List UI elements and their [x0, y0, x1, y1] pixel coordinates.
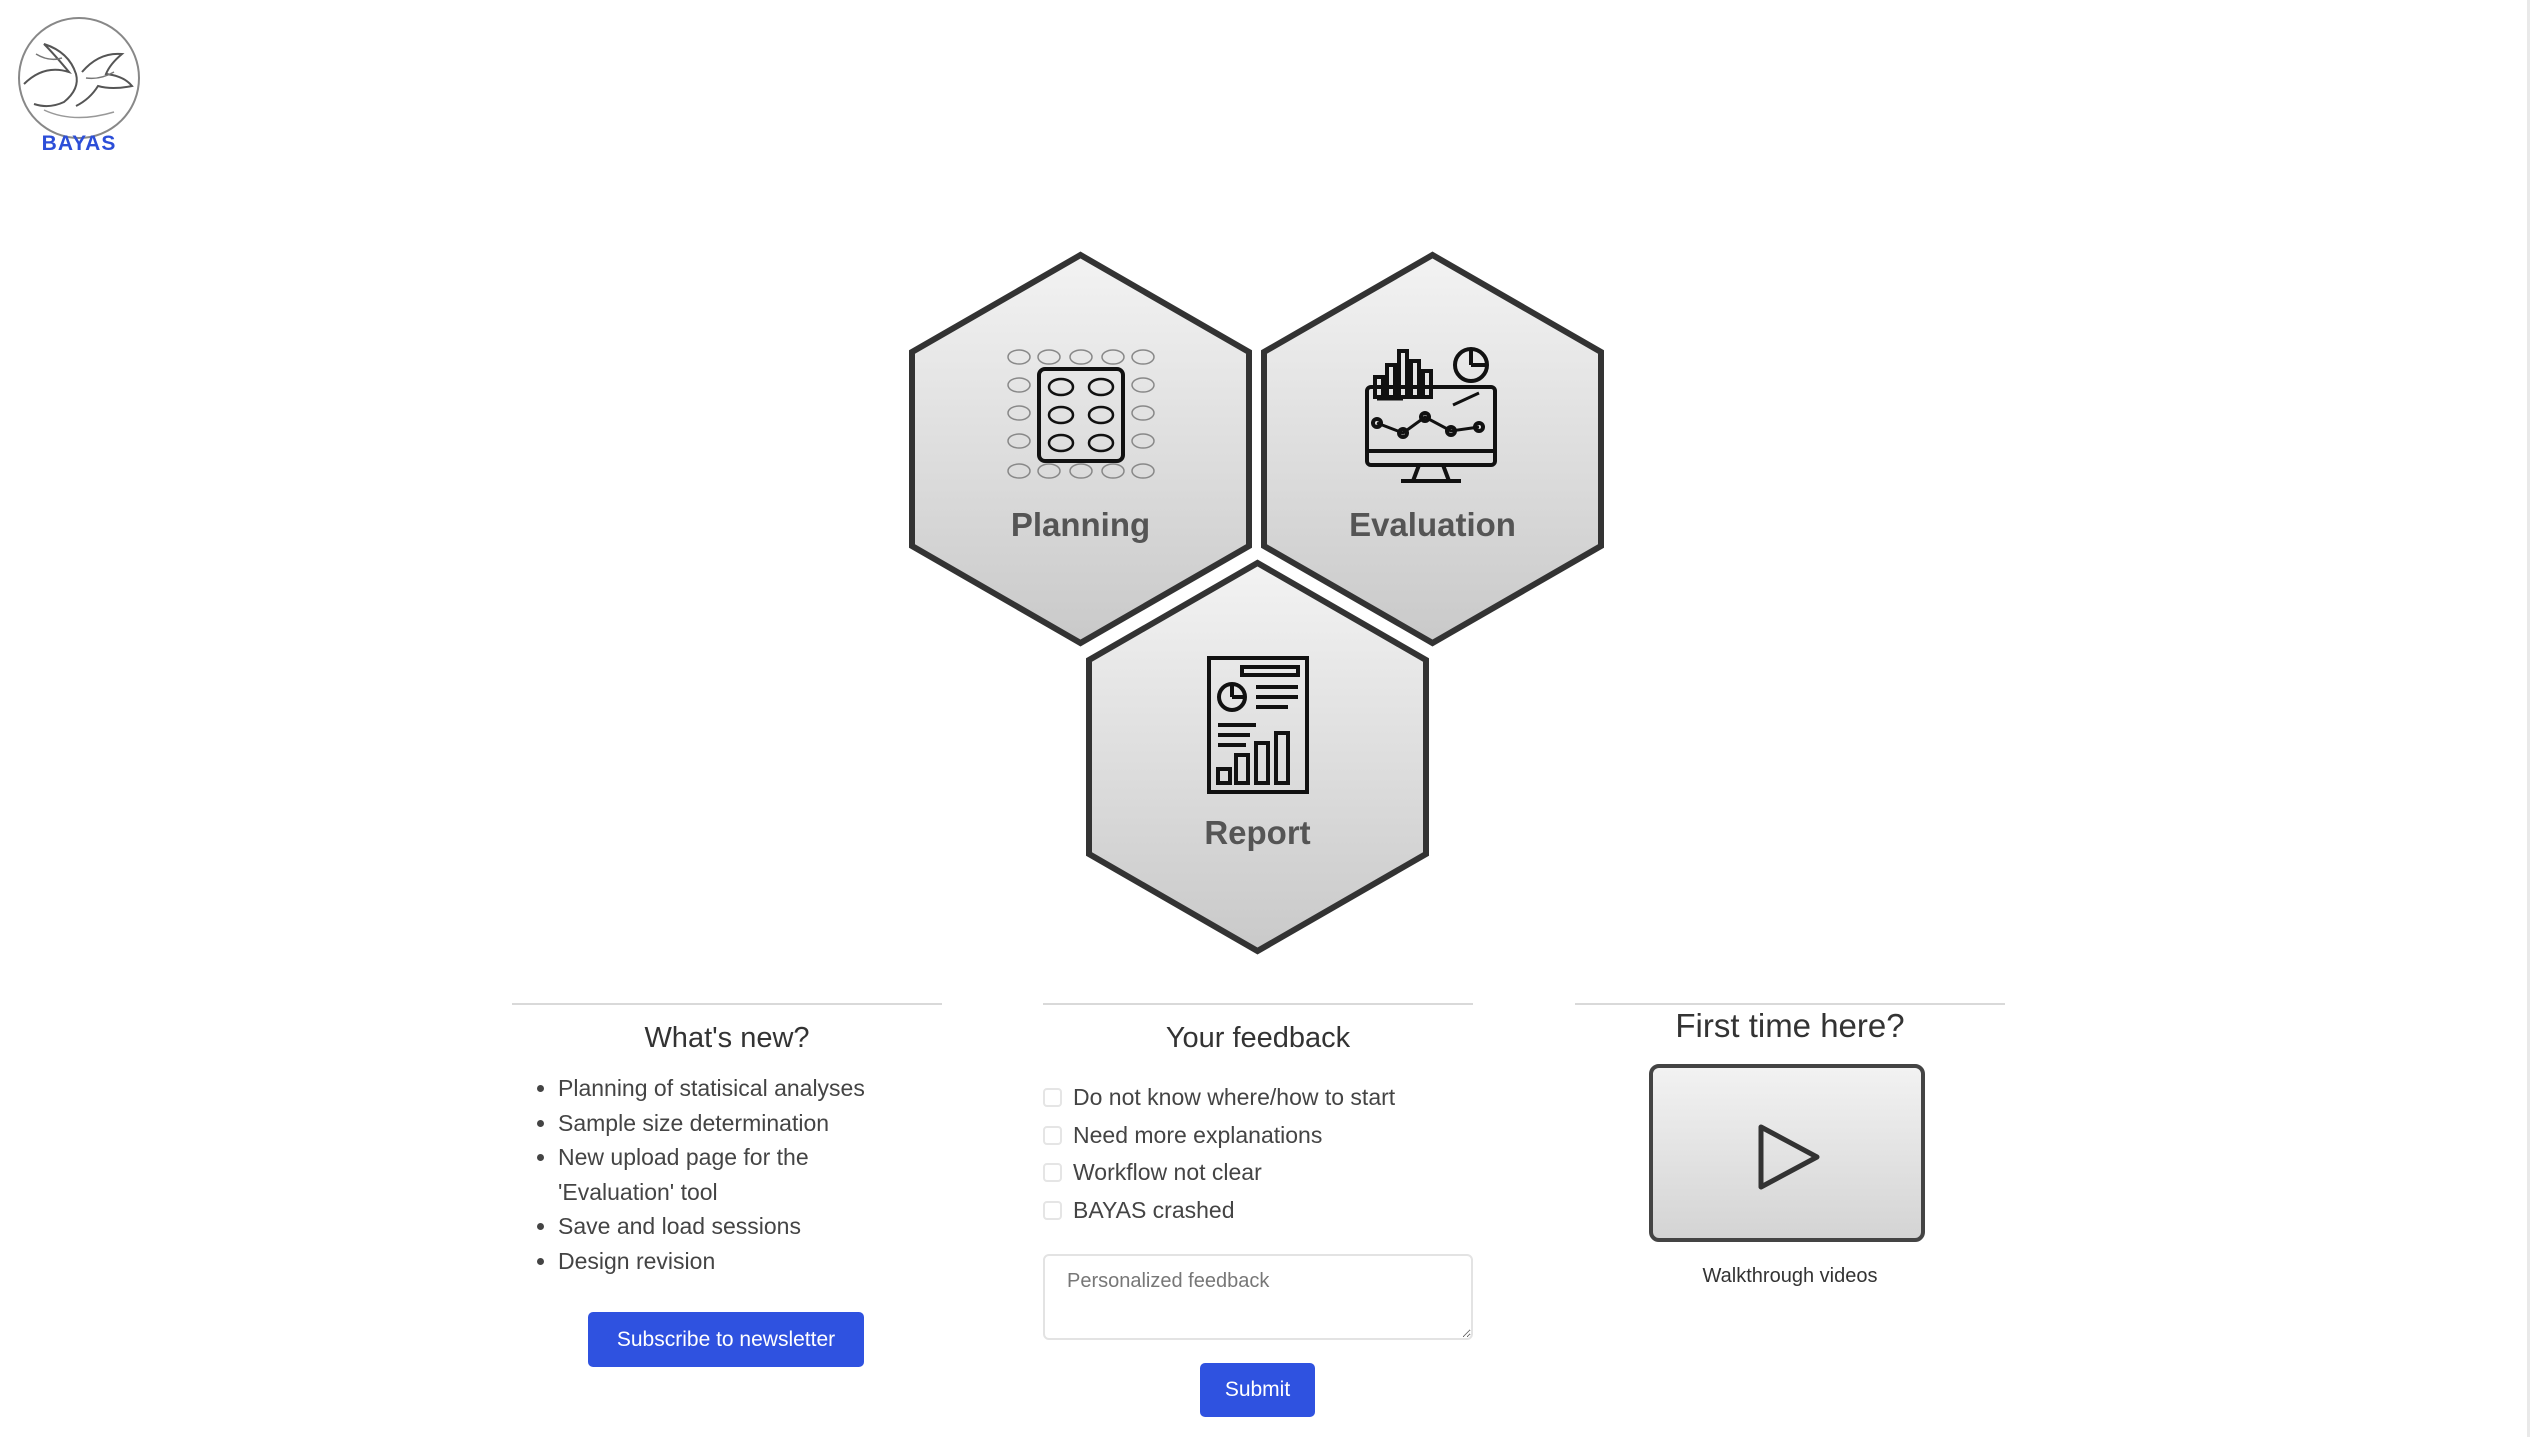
list-item: Sample size determination	[558, 1106, 942, 1141]
feedback-option[interactable]: Do not know where/how to start	[1043, 1079, 1473, 1117]
monitor-chart-icon	[1364, 347, 1497, 483]
whats-new-list: Planning of statisical analyses Sample s…	[512, 1071, 942, 1278]
report-label: Report	[1204, 814, 1311, 851]
divider	[512, 1003, 942, 1005]
birds-logo-icon	[18, 17, 140, 139]
first-time-panel: First time here? Walkthrough videos	[1575, 1003, 2005, 1303]
list-item: New upload page for the 'Evaluation' too…	[558, 1140, 848, 1209]
evaluation-label: Evaluation	[1349, 506, 1516, 543]
first-time-title: First time here?	[1675, 1007, 1905, 1044]
submit-button[interactable]: Submit	[1200, 1363, 1315, 1417]
planning-label: Planning	[1010, 506, 1151, 543]
animal-grid-icon	[1006, 349, 1155, 479]
logo-text: BAYAS	[41, 132, 117, 155]
feedback-option-label: BAYAS crashed	[1073, 1196, 1235, 1223]
feedback-panel: Your feedback Do not know where/how to s…	[1043, 1003, 1473, 1423]
list-item: Save and load sessions	[558, 1209, 942, 1244]
checkbox[interactable]	[1043, 1200, 1062, 1220]
feedback-option[interactable]: Need more explanations	[1043, 1117, 1473, 1155]
feedback-options: Do not know where/how to start Need more…	[1043, 1079, 1473, 1229]
list-item: Design revision	[558, 1244, 942, 1279]
divider	[1575, 1003, 2005, 1005]
whats-new-panel: What's new? Planning of statisical analy…	[512, 1003, 942, 1367]
feedback-option[interactable]: BAYAS crashed	[1043, 1192, 1473, 1230]
list-item: Planning of statisical analyses	[558, 1071, 942, 1106]
feedback-title: Your feedback	[1165, 1022, 1351, 1054]
walkthrough-video-button[interactable]	[1649, 1064, 1925, 1242]
feedback-option[interactable]: Workflow not clear	[1043, 1154, 1473, 1192]
feedback-option-label: Workflow not clear	[1073, 1159, 1262, 1186]
checkbox[interactable]	[1043, 1125, 1062, 1145]
divider	[1043, 1003, 1473, 1005]
play-icon	[1758, 1124, 1820, 1190]
subscribe-newsletter-button[interactable]: Subscribe to newsletter	[588, 1312, 864, 1367]
walkthrough-caption: Walkthrough videos	[1702, 1265, 1878, 1287]
report-document-icon	[1206, 656, 1309, 794]
personalized-feedback-input[interactable]	[1043, 1254, 1473, 1340]
checkbox[interactable]	[1043, 1163, 1062, 1183]
feedback-option-label: Do not know where/how to start	[1073, 1084, 1396, 1111]
whats-new-title: What's new?	[644, 1022, 810, 1054]
feedback-option-label: Need more explanations	[1073, 1121, 1323, 1148]
report-tile[interactable]: Report	[1085, 559, 1430, 955]
bayas-logo[interactable]: BAYAS	[14, 14, 144, 164]
checkbox[interactable]	[1043, 1088, 1062, 1108]
